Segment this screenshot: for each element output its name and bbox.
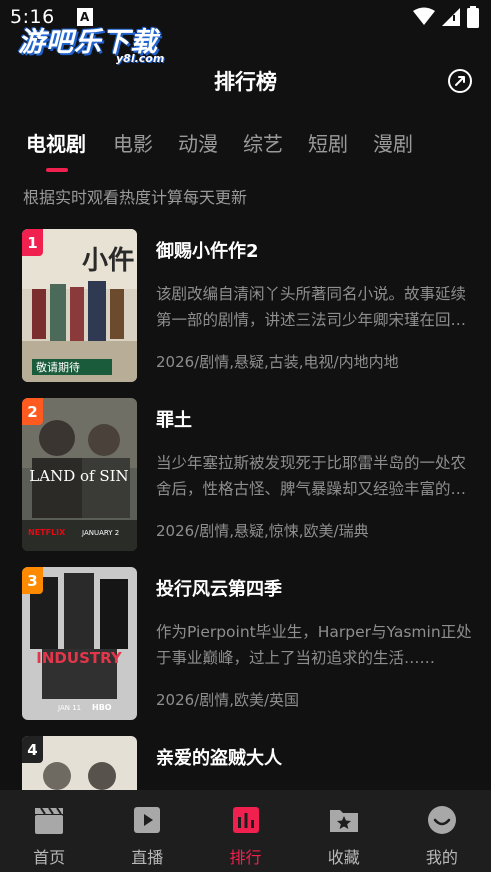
- rank-badge: 3: [22, 567, 43, 594]
- tab-comic-drama[interactable]: 漫剧: [373, 128, 413, 157]
- nav-ranking[interactable]: 排行: [196, 790, 294, 872]
- wifi-icon: [413, 7, 435, 25]
- poster-brand: NETFLIX: [28, 528, 66, 537]
- list-item[interactable]: 4 亲爱的盗贼大人: [22, 736, 472, 790]
- item-description: 该剧改编自清闲丫头所著同名小说。故事延续第一部的剧情，讲述三法司少年卿宋瑾在回京…: [156, 285, 467, 329]
- list-item[interactable]: 小仵 敬请期待 1 御赐小仵作2 该剧改编自清闲丫头所著同名小说。故事延续第一部…: [22, 229, 472, 383]
- poster-image: 4: [22, 736, 137, 790]
- watermark-logo: 游吧乐下载 y8l.com: [18, 20, 188, 68]
- svg-text:小仵: 小仵: [82, 246, 134, 276]
- poster-image: 小仵 敬请期待 1: [22, 229, 137, 382]
- ranking-bars-icon: [232, 807, 259, 833]
- item-meta: 2026/剧情,悬疑,惊悚,欧美/瑞典: [156, 522, 369, 540]
- page-title: 排行榜: [214, 70, 277, 94]
- poster-image: LAND of SIN NETFLIX JANUARY 2 2: [22, 398, 137, 551]
- tab-movies[interactable]: 电影: [113, 128, 153, 157]
- signal-icon: [442, 8, 460, 26]
- nav-profile[interactable]: 我的: [393, 790, 491, 872]
- tab-anime[interactable]: 动漫: [178, 128, 218, 157]
- tab-short-drama[interactable]: 短剧: [308, 128, 348, 157]
- tab-variety[interactable]: 综艺: [243, 128, 283, 157]
- ranking-list: 小仵 敬请期待 1 御赐小仵作2 该剧改编自清闲丫头所著同名小说。故事延续第一部…: [0, 229, 491, 790]
- nav-profile-label: 我的: [425, 848, 458, 867]
- nav-live-label: 直播: [131, 848, 164, 867]
- nav-home-label: 首页: [33, 848, 66, 867]
- nav-favorites-label: 收藏: [327, 848, 360, 867]
- item-description: 作为Pierpoint毕业生，Harper与Yasmin正处于事业巅峰，过上了当…: [156, 623, 472, 667]
- poster-title: INDUSTRY: [36, 649, 123, 667]
- ranking-subtitle: 根据实时观看热度计算每天更新: [23, 188, 248, 207]
- bottom-nav: 首页 直播 排行 收藏 我的: [0, 790, 491, 872]
- list-item[interactable]: INDUSTRY HBO JAN 11 3 投行风云第四季 作为Pierpoin…: [22, 567, 472, 721]
- smile-icon: [427, 806, 456, 834]
- rank-badge: 2: [22, 398, 43, 425]
- active-tab-indicator: [46, 168, 68, 172]
- poster-image: INDUSTRY HBO JAN 11 3: [22, 567, 137, 720]
- star-folder-icon: [329, 810, 358, 832]
- battery-icon: [467, 6, 479, 28]
- poster-date: JANUARY 2: [81, 529, 119, 537]
- category-tabs: 电视剧 电影 动漫 综艺 短剧 漫剧: [0, 128, 491, 172]
- poster-brand: HBO: [92, 703, 112, 712]
- poster-date: JAN 11: [57, 704, 81, 712]
- item-meta: 2026/剧情,悬疑,古装,电视/内地内地: [156, 353, 399, 371]
- clapperboard-icon: [35, 807, 64, 834]
- rank-badge: 1: [22, 229, 43, 256]
- item-description: 当少年塞拉斯被发现死于比耶雷半岛的一处农舍后，性格古怪、脾气暴躁却又经验丰富的警…: [156, 454, 467, 498]
- play-icon: [134, 807, 161, 833]
- tab-tv-series[interactable]: 电视剧: [26, 128, 86, 157]
- item-title: 罪土: [156, 410, 192, 431]
- list-item[interactable]: LAND of SIN NETFLIX JANUARY 2 2 罪土 当少年塞拉…: [22, 398, 472, 552]
- nav-home[interactable]: 首页: [0, 790, 98, 872]
- item-title: 投行风云第四季: [156, 579, 282, 600]
- rank-badge: 4: [22, 736, 43, 763]
- item-meta: 2026/剧情,欧美/英国: [156, 691, 300, 709]
- item-title: 亲爱的盗贼大人: [156, 748, 282, 769]
- poster-title: LAND of SIN: [29, 467, 128, 485]
- share-button[interactable]: [447, 68, 473, 94]
- item-title: 御赐小仵作2: [156, 241, 259, 262]
- nav-live[interactable]: 直播: [98, 790, 196, 872]
- share-icon: [448, 69, 472, 93]
- status-icons: [413, 6, 479, 28]
- watermark-sub-text: y8l.com: [116, 52, 165, 65]
- nav-favorites[interactable]: 收藏: [295, 790, 393, 872]
- nav-ranking-label: 排行: [229, 848, 262, 867]
- poster-caption: 敬请期待: [36, 360, 80, 374]
